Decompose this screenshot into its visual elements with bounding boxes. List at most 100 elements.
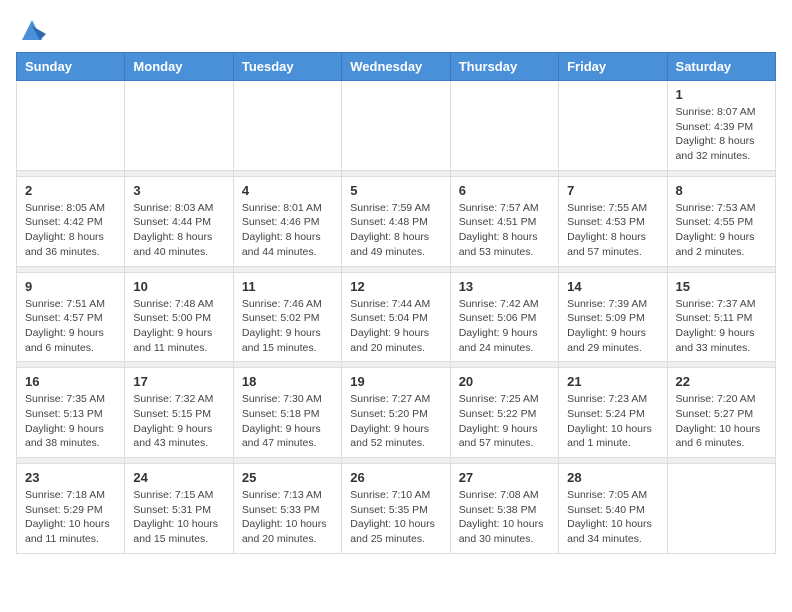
calendar-cell: 2 Sunrise: 8:05 AM Sunset: 4:42 PM Daylig… [17,176,125,266]
day-number: 21 [567,374,658,389]
day-info: Sunrise: 7:35 AM Sunset: 5:13 PM Dayligh… [25,392,116,451]
calendar-cell [125,81,233,171]
day-info: Sunrise: 7:23 AM Sunset: 5:24 PM Dayligh… [567,392,658,451]
day-info: Sunrise: 8:01 AM Sunset: 4:46 PM Dayligh… [242,201,333,260]
day-number: 28 [567,470,658,485]
day-info: Sunrise: 7:18 AM Sunset: 5:29 PM Dayligh… [25,488,116,547]
calendar-cell: 24 Sunrise: 7:15 AM Sunset: 5:31 PM Dayli… [125,464,233,554]
day-number: 27 [459,470,550,485]
day-info: Sunrise: 7:51 AM Sunset: 4:57 PM Dayligh… [25,297,116,356]
day-info: Sunrise: 7:13 AM Sunset: 5:33 PM Dayligh… [242,488,333,547]
day-number: 2 [25,183,116,198]
calendar-cell [17,81,125,171]
day-number: 19 [350,374,441,389]
calendar-week-3: 9 Sunrise: 7:51 AM Sunset: 4:57 PM Daylig… [17,272,776,362]
calendar-cell: 19 Sunrise: 7:27 AM Sunset: 5:20 PM Dayli… [342,368,450,458]
day-number: 18 [242,374,333,389]
logo [16,16,46,40]
calendar-cell: 15 Sunrise: 7:37 AM Sunset: 5:11 PM Dayli… [667,272,775,362]
calendar-cell: 11 Sunrise: 7:46 AM Sunset: 5:02 PM Dayli… [233,272,341,362]
day-header-thursday: Thursday [450,53,558,81]
day-info: Sunrise: 7:10 AM Sunset: 5:35 PM Dayligh… [350,488,441,547]
day-info: Sunrise: 7:15 AM Sunset: 5:31 PM Dayligh… [133,488,224,547]
calendar-cell: 5 Sunrise: 7:59 AM Sunset: 4:48 PM Daylig… [342,176,450,266]
day-info: Sunrise: 7:55 AM Sunset: 4:53 PM Dayligh… [567,201,658,260]
day-number: 9 [25,279,116,294]
day-info: Sunrise: 7:37 AM Sunset: 5:11 PM Dayligh… [676,297,767,356]
day-info: Sunrise: 7:30 AM Sunset: 5:18 PM Dayligh… [242,392,333,451]
calendar-cell: 9 Sunrise: 7:51 AM Sunset: 4:57 PM Daylig… [17,272,125,362]
calendar-header-row: SundayMondayTuesdayWednesdayThursdayFrid… [17,53,776,81]
day-header-tuesday: Tuesday [233,53,341,81]
calendar-cell: 8 Sunrise: 7:53 AM Sunset: 4:55 PM Daylig… [667,176,775,266]
day-number: 24 [133,470,224,485]
calendar-cell: 4 Sunrise: 8:01 AM Sunset: 4:46 PM Daylig… [233,176,341,266]
day-number: 7 [567,183,658,198]
day-info: Sunrise: 7:05 AM Sunset: 5:40 PM Dayligh… [567,488,658,547]
day-number: 16 [25,374,116,389]
calendar-cell: 14 Sunrise: 7:39 AM Sunset: 5:09 PM Dayli… [559,272,667,362]
day-number: 6 [459,183,550,198]
calendar-cell [559,81,667,171]
calendar-cell: 13 Sunrise: 7:42 AM Sunset: 5:06 PM Dayli… [450,272,558,362]
day-number: 8 [676,183,767,198]
calendar-cell: 27 Sunrise: 7:08 AM Sunset: 5:38 PM Dayli… [450,464,558,554]
calendar-week-2: 2 Sunrise: 8:05 AM Sunset: 4:42 PM Daylig… [17,176,776,266]
calendar-cell: 17 Sunrise: 7:32 AM Sunset: 5:15 PM Dayli… [125,368,233,458]
day-number: 14 [567,279,658,294]
calendar-cell: 25 Sunrise: 7:13 AM Sunset: 5:33 PM Dayli… [233,464,341,554]
calendar-week-1: 1 Sunrise: 8:07 AM Sunset: 4:39 PM Daylig… [17,81,776,171]
day-number: 12 [350,279,441,294]
calendar-cell [667,464,775,554]
day-number: 26 [350,470,441,485]
day-number: 11 [242,279,333,294]
calendar-week-5: 23 Sunrise: 7:18 AM Sunset: 5:29 PM Dayli… [17,464,776,554]
day-number: 25 [242,470,333,485]
calendar-cell: 21 Sunrise: 7:23 AM Sunset: 5:24 PM Dayli… [559,368,667,458]
calendar-cell: 6Sunrise: 7:57 AM Sunset: 4:51 PM Daylig… [450,176,558,266]
calendar-cell: 10 Sunrise: 7:48 AM Sunset: 5:00 PM Dayli… [125,272,233,362]
calendar-cell [342,81,450,171]
day-number: 3 [133,183,224,198]
calendar-cell: 12Sunrise: 7:44 AM Sunset: 5:04 PM Dayli… [342,272,450,362]
calendar-cell: 3 Sunrise: 8:03 AM Sunset: 4:44 PM Daylig… [125,176,233,266]
day-header-saturday: Saturday [667,53,775,81]
day-number: 4 [242,183,333,198]
day-info: Sunrise: 7:32 AM Sunset: 5:15 PM Dayligh… [133,392,224,451]
day-info: Sunrise: 8:03 AM Sunset: 4:44 PM Dayligh… [133,201,224,260]
logo-icon [18,16,46,44]
calendar-cell: 23 Sunrise: 7:18 AM Sunset: 5:29 PM Dayli… [17,464,125,554]
day-info: Sunrise: 7:27 AM Sunset: 5:20 PM Dayligh… [350,392,441,451]
calendar-cell [233,81,341,171]
day-header-monday: Monday [125,53,233,81]
day-info: Sunrise: 7:20 AM Sunset: 5:27 PM Dayligh… [676,392,767,451]
day-info: Sunrise: 7:48 AM Sunset: 5:00 PM Dayligh… [133,297,224,356]
day-number: 10 [133,279,224,294]
day-info: Sunrise: 7:08 AM Sunset: 5:38 PM Dayligh… [459,488,550,547]
calendar-table: SundayMondayTuesdayWednesdayThursdayFrid… [16,52,776,554]
day-info: Sunrise: 7:46 AM Sunset: 5:02 PM Dayligh… [242,297,333,356]
day-number: 17 [133,374,224,389]
day-info: Sunrise: 7:39 AM Sunset: 5:09 PM Dayligh… [567,297,658,356]
day-number: 13 [459,279,550,294]
day-info: Sunrise: 7:53 AM Sunset: 4:55 PM Dayligh… [676,201,767,260]
day-number: 23 [25,470,116,485]
day-header-sunday: Sunday [17,53,125,81]
calendar-cell: 26 Sunrise: 7:10 AM Sunset: 5:35 PM Dayli… [342,464,450,554]
calendar-cell: 20Sunrise: 7:25 AM Sunset: 5:22 PM Dayli… [450,368,558,458]
calendar-cell: 22 Sunrise: 7:20 AM Sunset: 5:27 PM Dayli… [667,368,775,458]
day-number: 22 [676,374,767,389]
page-header [16,16,776,40]
day-number: 1 [676,87,767,102]
day-header-friday: Friday [559,53,667,81]
day-info: Sunrise: 8:05 AM Sunset: 4:42 PM Dayligh… [25,201,116,260]
day-info: Sunrise: 7:42 AM Sunset: 5:06 PM Dayligh… [459,297,550,356]
day-header-wednesday: Wednesday [342,53,450,81]
day-number: 5 [350,183,441,198]
day-info: Sunrise: 8:07 AM Sunset: 4:39 PM Dayligh… [676,105,767,164]
calendar-cell: 16 Sunrise: 7:35 AM Sunset: 5:13 PM Dayli… [17,368,125,458]
day-info: Sunrise: 7:59 AM Sunset: 4:48 PM Dayligh… [350,201,441,260]
calendar-cell: 28 Sunrise: 7:05 AM Sunset: 5:40 PM Dayli… [559,464,667,554]
day-number: 15 [676,279,767,294]
calendar-cell [450,81,558,171]
